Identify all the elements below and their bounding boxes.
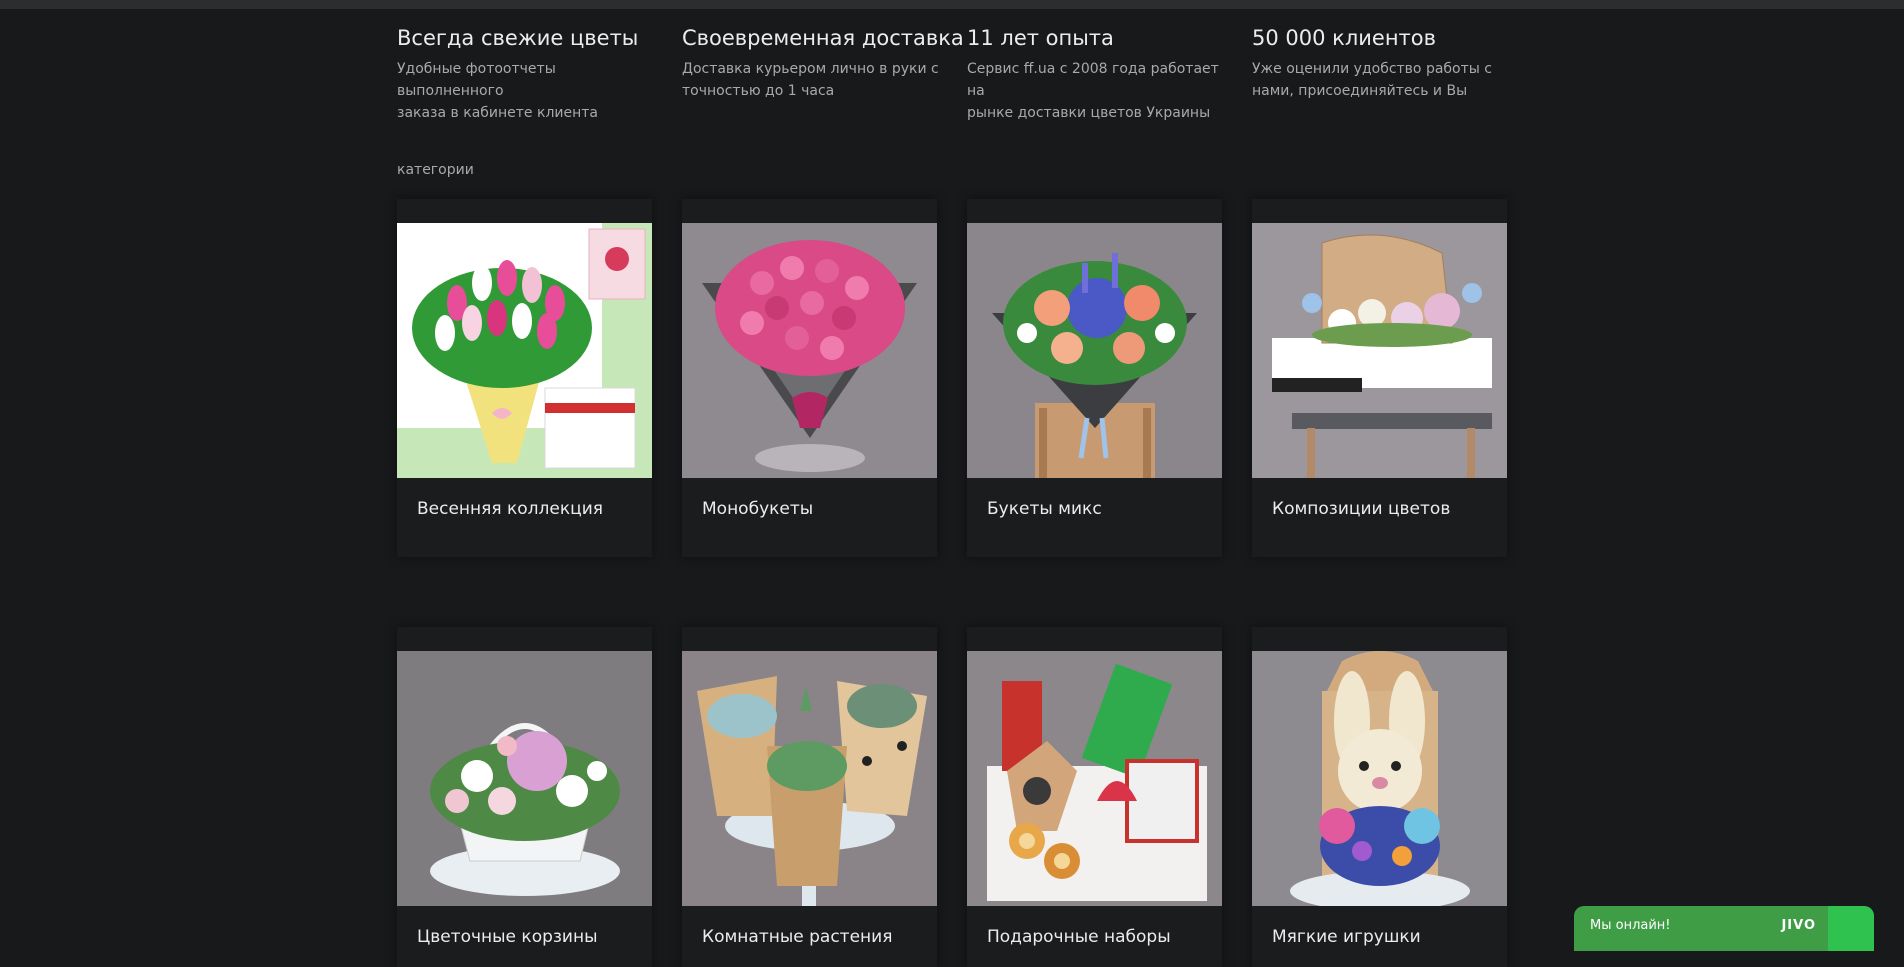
feature-desc-line: Уже оценили удобство работы с	[1252, 61, 1492, 77]
feature-description: Уже оценили удобство работы с нами, прис…	[1252, 58, 1514, 102]
category-card-mix-bouquets[interactable]: Букеты микс	[967, 199, 1222, 557]
feature-fresh-flowers: Всегда свежие цветы Удобные фотоотчеты в…	[397, 24, 659, 124]
category-card-monobouquets[interactable]: Монобукеты	[682, 199, 937, 557]
feature-desc-line: точностью до 1 часа	[682, 83, 835, 99]
category-image-spring-collection[interactable]	[397, 223, 652, 478]
category-card-soft-toys[interactable]: Мягкие игрушки	[1252, 627, 1507, 967]
category-image-gift-sets[interactable]	[967, 651, 1222, 906]
feature-title: Всегда свежие цветы	[397, 26, 639, 50]
category-label[interactable]: Цветочные корзины	[417, 927, 598, 947]
feature-description: Удобные фотоотчеты выполненного заказа в…	[397, 58, 659, 124]
features-row: Всегда свежие цветы Удобные фотоотчеты в…	[397, 24, 1507, 121]
category-label[interactable]: Подарочные наборы	[987, 927, 1171, 947]
category-image-flower-compositions[interactable]	[1252, 223, 1507, 478]
feature-desc-line: нами, присоединяйтесь и Вы	[1252, 83, 1468, 99]
category-image-soft-toys[interactable]	[1252, 651, 1507, 906]
category-card-flower-baskets[interactable]: Цветочные корзины	[397, 627, 652, 967]
category-label[interactable]: Композиции цветов	[1272, 499, 1450, 519]
category-image-flower-baskets[interactable]	[397, 651, 652, 906]
feature-title: 11 лет опыта	[967, 26, 1114, 50]
feature-desc-line: Сервис ff.ua с 2008 года работает на	[967, 61, 1219, 99]
category-image-house-plants[interactable]	[682, 651, 937, 906]
feature-desc-line: заказа в кабинете клиента	[397, 105, 598, 121]
feature-timely-delivery: Своевременная доставка Доставка курьером…	[682, 24, 964, 102]
category-card-house-plants[interactable]: Комнатные растения	[682, 627, 937, 967]
feature-description: Доставка курьером лично в руки с точност…	[682, 58, 944, 102]
category-card-flower-compositions[interactable]: Композиции цветов	[1252, 199, 1507, 557]
category-label[interactable]: Букеты микс	[987, 499, 1102, 519]
category-image-monobouquets[interactable]	[682, 223, 937, 478]
feature-description: Сервис ff.ua с 2008 года работает на рын…	[967, 58, 1229, 124]
feature-desc-line: Доставка курьером лично в руки с	[682, 61, 939, 77]
chat-logo: JIVO	[1781, 918, 1816, 933]
category-label[interactable]: Монобукеты	[702, 499, 813, 519]
category-label[interactable]: Весенняя коллекция	[417, 499, 603, 519]
categories-heading: категории	[397, 162, 474, 178]
chat-status-text[interactable]: Мы онлайн!	[1590, 918, 1671, 933]
category-card-spring-collection[interactable]: Весенняя коллекция	[397, 199, 652, 557]
category-label[interactable]: Мягкие игрушки	[1272, 927, 1421, 947]
feature-clients: 50 000 клиентов Уже оценили удобство раб…	[1252, 24, 1514, 102]
feature-experience: 11 лет опыта Сервис ff.ua с 2008 года ра…	[967, 24, 1229, 124]
chat-accent	[1828, 906, 1874, 951]
top-bar	[0, 0, 1904, 9]
feature-desc-line: Удобные фотоотчеты выполненного	[397, 61, 556, 99]
feature-desc-line: рынке доставки цветов Украины	[967, 105, 1211, 121]
category-card-gift-sets[interactable]: Подарочные наборы	[967, 627, 1222, 967]
feature-title: Своевременная доставка	[682, 26, 964, 50]
chat-widget[interactable]: Мы онлайн! JIVO	[1574, 906, 1874, 951]
feature-title: 50 000 клиентов	[1252, 26, 1437, 50]
category-label[interactable]: Комнатные растения	[702, 927, 892, 947]
category-image-mix-bouquets[interactable]	[967, 223, 1222, 478]
